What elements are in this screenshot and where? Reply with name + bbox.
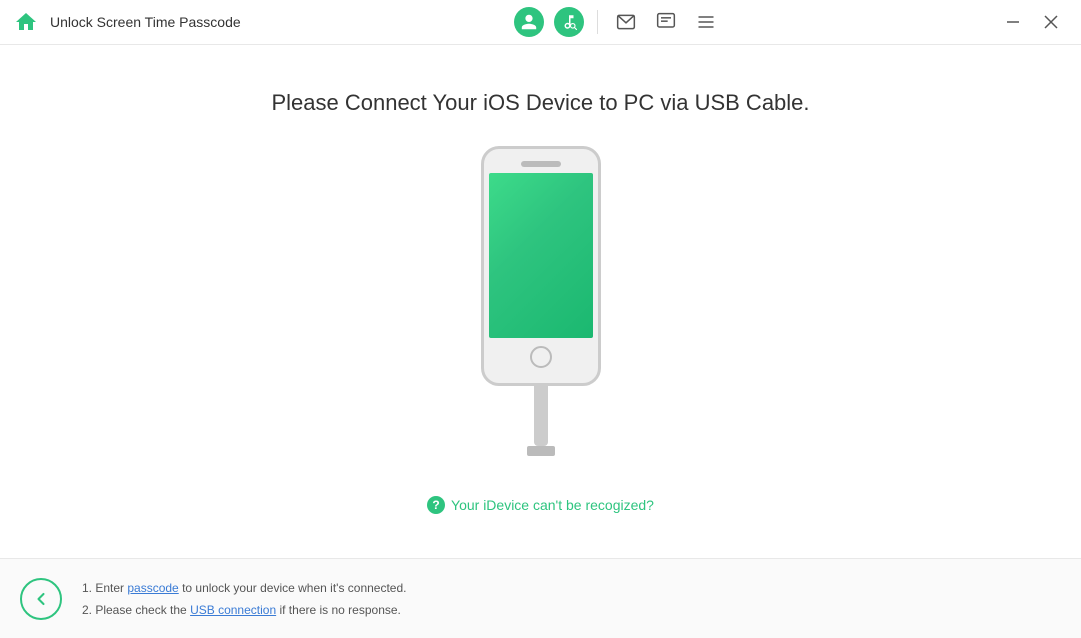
phone-speaker: [521, 161, 561, 167]
title-bar-left: Unlock Screen Time Passcode: [12, 8, 241, 36]
mail-icon-btn[interactable]: [608, 4, 644, 40]
back-button[interactable]: [20, 578, 62, 620]
window-controls: [995, 4, 1069, 40]
hint-item-2: 2. Please check the USB connection if th…: [82, 601, 407, 619]
footer: 1. Enter passcode to unlock your device …: [0, 558, 1081, 638]
phone-body: [481, 146, 601, 386]
chat-icon-btn[interactable]: [648, 4, 684, 40]
hint-item-1: 1. Enter passcode to unlock your device …: [82, 579, 407, 597]
usb-cable: [534, 386, 548, 446]
title-bar-center-icons: [511, 4, 724, 40]
music-search-icon: [554, 7, 584, 37]
menu-icon-btn[interactable]: [688, 4, 724, 40]
home-icon[interactable]: [12, 8, 40, 36]
phone-screen: [489, 173, 593, 338]
avatar-circle: [514, 7, 544, 37]
help-link-text: Your iDevice can't be recogized?: [451, 497, 654, 513]
passcode-link[interactable]: passcode: [127, 581, 178, 595]
usb-connector: [527, 446, 555, 456]
divider: [597, 10, 598, 34]
connect-title: Please Connect Your iOS Device to PC via…: [271, 90, 809, 116]
music-search-icon-btn[interactable]: [551, 4, 587, 40]
phone-home-button: [530, 346, 552, 368]
footer-hints: 1. Enter passcode to unlock your device …: [82, 579, 407, 619]
main-content: Please Connect Your iOS Device to PC via…: [0, 45, 1081, 558]
help-link[interactable]: ? Your iDevice can't be recogized?: [427, 496, 654, 514]
close-button[interactable]: [1033, 4, 1069, 40]
user-icon-btn[interactable]: [511, 4, 547, 40]
minimize-button[interactable]: [995, 4, 1031, 40]
usb-connection-link[interactable]: USB connection: [190, 603, 276, 617]
title-bar: Unlock Screen Time Passcode: [0, 0, 1081, 45]
help-icon: ?: [427, 496, 445, 514]
phone-illustration: [481, 146, 601, 456]
app-title: Unlock Screen Time Passcode: [50, 14, 241, 30]
